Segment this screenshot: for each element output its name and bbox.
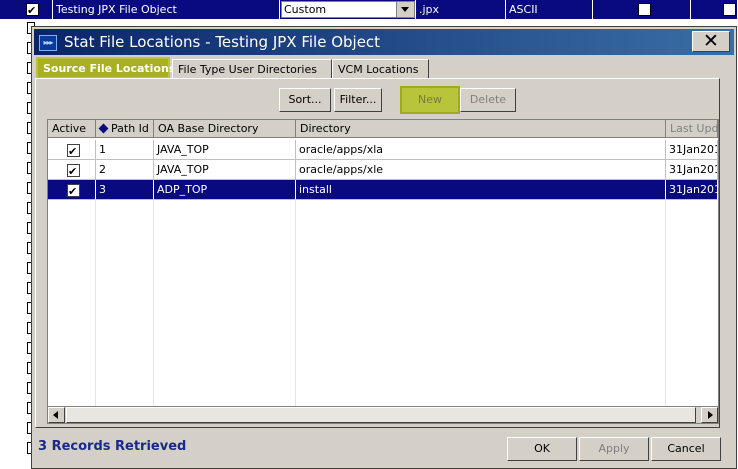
active-checkbox[interactable] [67,162,80,179]
col-header-path-id[interactable]: Path Id [96,120,154,138]
stat-file-locations-dialog: ▸▸▸ Stat File Locations - Testing JPX Fi… [31,26,737,469]
cell-active[interactable] [48,180,96,200]
apply-button[interactable]: Apply [579,437,649,461]
column-divider [665,200,666,406]
cell-active[interactable] [48,160,96,180]
cell-active[interactable] [48,140,96,160]
background-grid-row[interactable]: Testing JPX File Object Custom .jpx ASCI… [0,0,738,19]
cell-oa-base[interactable]: JAVA_TOP [154,140,296,160]
tab-vcm-locations[interactable]: VCM Locations [332,59,429,79]
locations-table: Active Path Id OA Base Directory Directo… [47,119,719,424]
bg-active-checkbox[interactable] [26,1,39,19]
app-window-icon: ▸▸▸ [39,35,57,51]
bg-active-cell[interactable] [0,0,53,19]
status-text: 3 Records Retrieved [38,439,187,454]
active-checkbox[interactable] [67,142,80,159]
cell-path-id[interactable]: 1 [96,140,154,160]
cancel-button[interactable]: Cancel [651,437,721,461]
dialog-titlebar[interactable]: ▸▸▸ Stat File Locations - Testing JPX Fi… [34,29,734,55]
bg-type-combo[interactable]: Custom [281,1,415,18]
scroll-left-arrow-icon[interactable] [48,407,65,423]
table-row[interactable]: 3 ADP_TOP install 31Jan2018 [48,180,718,200]
column-divider [153,200,154,406]
table-row[interactable]: 2 JAVA_TOP oracle/apps/xle 31Jan2018 [48,160,718,180]
cell-oa-base[interactable]: JAVA_TOP [154,160,296,180]
dialog-title: Stat File Locations - Testing JPX File O… [64,33,381,51]
cell-last-update[interactable]: 31Jan2018 [666,140,718,160]
bg-flag-cell-1[interactable] [593,0,691,19]
col-header-path-id-label: Path Id [111,122,149,135]
table-header: Active Path Id OA Base Directory Directo… [48,120,718,138]
sort-indicator-icon [98,123,109,134]
new-button[interactable]: New [400,86,460,114]
cell-directory[interactable]: install [296,180,666,200]
cell-directory[interactable]: oracle/apps/xla [296,140,666,160]
cell-last-update[interactable]: 31Jan2018 [666,180,718,200]
column-divider [295,200,296,406]
col-header-last-update[interactable]: Last Upda [666,120,718,138]
bg-flag-checkbox-1[interactable] [638,3,651,16]
bg-type-combo-value: Custom [284,3,327,16]
cell-last-update[interactable]: 31Jan2018 [666,160,718,180]
col-header-directory[interactable]: Directory [296,120,666,138]
chevron-down-icon[interactable] [396,2,414,17]
sort-button[interactable]: Sort... [279,88,331,112]
horizontal-scrollbar[interactable] [48,406,718,423]
bg-format-cell[interactable]: ASCII [506,0,593,19]
close-button[interactable]: ✕ [692,31,730,52]
bg-extension-cell[interactable]: .jpx [416,0,506,19]
col-header-oa-base-directory[interactable]: OA Base Directory [154,120,296,138]
cell-oa-base[interactable]: ADP_TOP [154,180,296,200]
cell-path-id[interactable]: 3 [96,180,154,200]
delete-button[interactable]: Delete [460,88,516,112]
bg-flag-cell-2[interactable] [691,0,738,19]
ok-button[interactable]: OK [507,437,577,461]
table-row[interactable]: 1 JAVA_TOP oracle/apps/xla 31Jan2018 [48,140,718,160]
tab-strip: Source File Locations File Type User Dir… [35,57,735,79]
close-icon: ✕ [703,30,719,52]
tab-file-type-user-directories[interactable]: File Type User Directories [172,59,332,79]
bg-flag-checkbox-2[interactable] [723,3,736,16]
scrollbar-thumb[interactable] [66,407,696,423]
column-divider [95,200,96,406]
active-checkbox[interactable] [67,182,80,199]
filter-button[interactable]: Filter... [334,88,382,112]
cell-path-id[interactable]: 2 [96,160,154,180]
scroll-right-arrow-icon[interactable] [701,407,718,423]
cell-directory[interactable]: oracle/apps/xle [296,160,666,180]
tab-source-file-locations[interactable]: Source File Locations [36,57,175,79]
bg-name-cell[interactable]: Testing JPX File Object [53,0,280,19]
col-header-active[interactable]: Active [48,120,96,138]
